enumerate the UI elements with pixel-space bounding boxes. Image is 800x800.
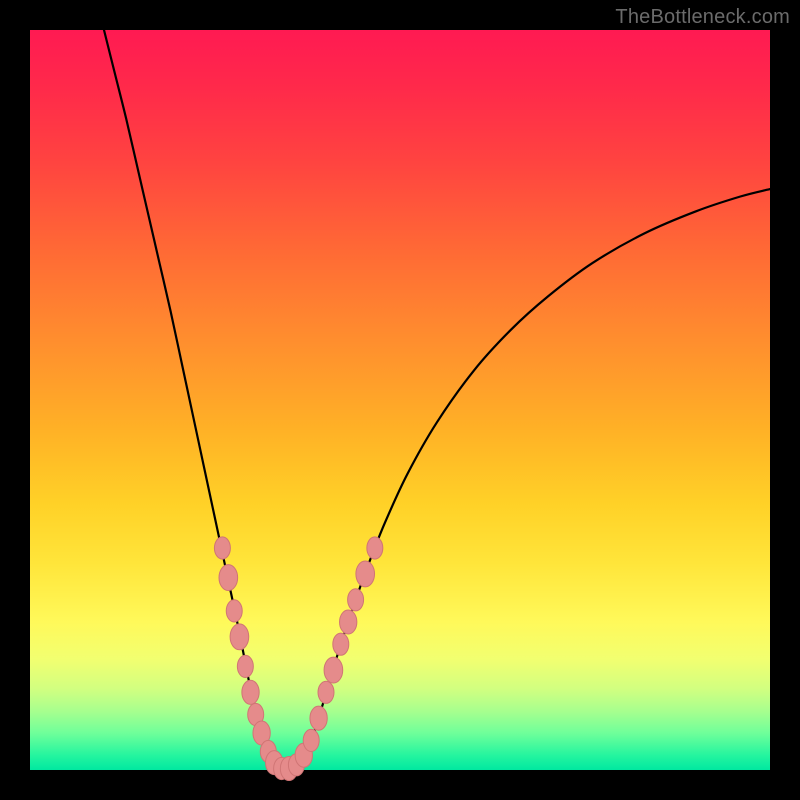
- data-marker: [214, 537, 230, 559]
- bottleneck-curve: [104, 30, 770, 771]
- data-marker: [237, 655, 253, 677]
- data-marker: [340, 610, 357, 634]
- data-markers: [214, 537, 382, 781]
- watermark-text: TheBottleneck.com: [615, 6, 790, 29]
- data-marker: [367, 537, 383, 559]
- data-marker: [333, 633, 349, 655]
- data-marker: [226, 600, 242, 622]
- data-marker: [324, 657, 343, 683]
- data-marker: [348, 589, 364, 611]
- chart-frame: TheBottleneck.com: [0, 0, 800, 800]
- plot-area: [30, 30, 770, 770]
- data-marker: [356, 561, 375, 587]
- data-marker: [242, 680, 259, 704]
- data-marker: [219, 565, 238, 591]
- data-marker: [318, 681, 334, 703]
- chart-overlay: [30, 30, 770, 770]
- data-marker: [303, 729, 319, 751]
- data-marker: [230, 624, 249, 650]
- data-marker: [310, 706, 327, 730]
